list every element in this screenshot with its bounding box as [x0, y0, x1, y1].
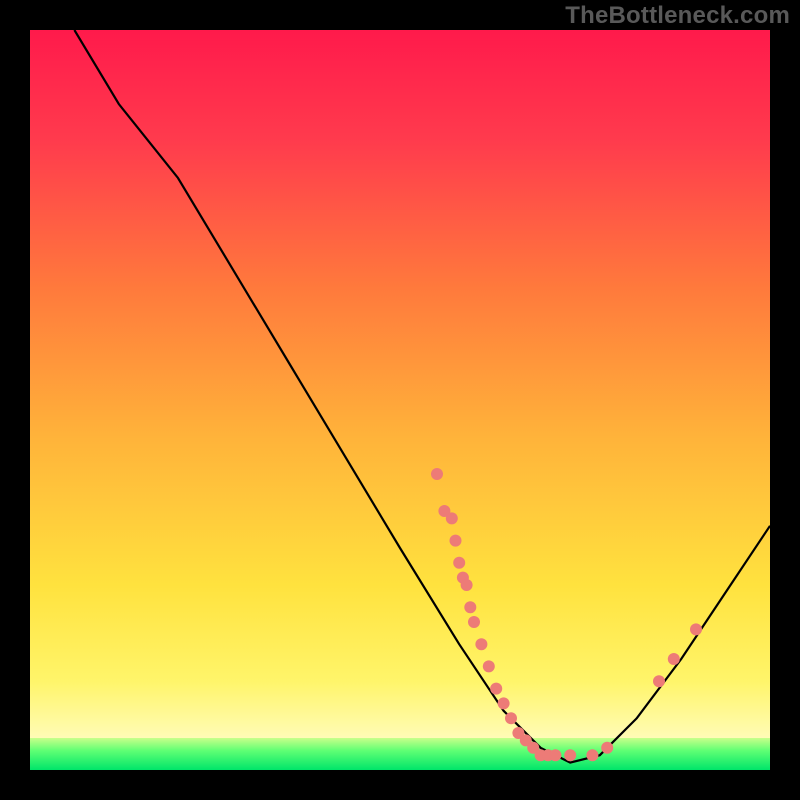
plot-area	[30, 30, 770, 770]
data-point	[475, 638, 487, 650]
data-point	[453, 557, 465, 569]
data-point	[468, 616, 480, 628]
data-point	[601, 742, 613, 754]
data-point	[498, 697, 510, 709]
watermark-text: TheBottleneck.com	[565, 2, 790, 30]
plot-svg	[30, 30, 770, 770]
data-point	[446, 512, 458, 524]
data-point	[668, 653, 680, 665]
data-point	[461, 579, 473, 591]
data-point	[690, 623, 702, 635]
data-point	[490, 683, 502, 695]
data-point	[586, 749, 598, 761]
data-point	[653, 675, 665, 687]
data-point	[564, 749, 576, 761]
chart-root: TheBottleneck.com	[0, 0, 800, 800]
data-point	[464, 601, 476, 613]
data-point	[450, 535, 462, 547]
data-point	[483, 660, 495, 672]
gradient-bg	[30, 30, 770, 770]
data-point	[549, 749, 561, 761]
green-band	[30, 738, 770, 770]
data-point	[431, 468, 443, 480]
data-point	[505, 712, 517, 724]
